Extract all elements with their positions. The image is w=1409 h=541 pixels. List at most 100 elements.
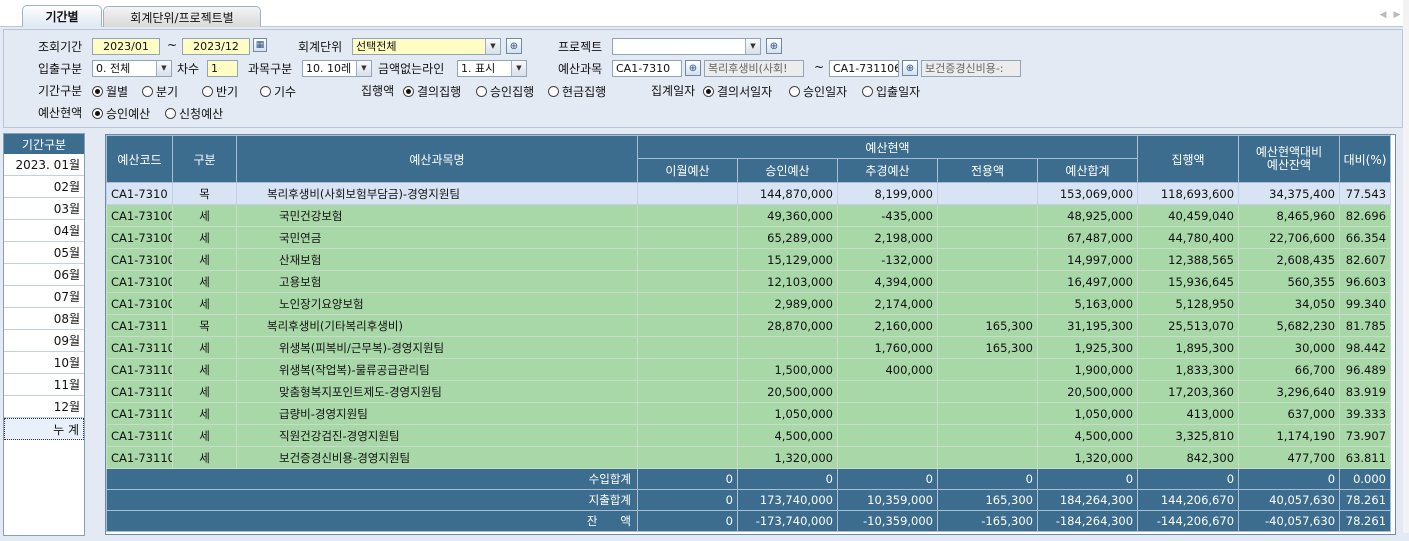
tab-period[interactable]: 기간별 <box>22 5 102 27</box>
col-header-supplementary[interactable]: 추경예산 <box>837 158 938 183</box>
period-item[interactable]: 08월 <box>4 308 84 330</box>
table-row[interactable]: CA1-731002세국민연금 65,289,0002,198,000 67,487… <box>106 226 1392 249</box>
cell-div: 세 <box>172 292 237 315</box>
chevron-down-icon[interactable]: ▼ <box>485 39 500 54</box>
radio-resolution-date[interactable]: 결의서일자 <box>703 83 772 100</box>
cell-remain: 8,465,960 <box>1238 204 1341 227</box>
budget-to-code-input[interactable]: CA1-731106 <box>829 60 899 77</box>
budget-status-label: 예산현액 <box>38 106 83 120</box>
period-item[interactable]: 09월 <box>4 330 84 352</box>
cell-code: CA1-731105 <box>106 424 173 447</box>
cell-total: 1,925,300 <box>1036 336 1139 359</box>
table-row[interactable]: CA1-731103세맞춤형복지포인트제도-경영지원팀 20,500,000 20,… <box>106 380 1392 403</box>
radio-resolution-exec[interactable]: 결의집행 <box>403 83 461 100</box>
table-row[interactable]: CA1-731106세보건증경신비용-경영지원팀 1,320,000 1,320,0… <box>106 446 1392 469</box>
chevron-down-icon[interactable]: ▼ <box>156 61 171 76</box>
grid-summary: 수입합계 0 0 0 0 0 0 0 0.000 지출합계 0 173,740,000 10,359,0… <box>106 468 1392 532</box>
period-item[interactable]: 2023. 01월 <box>4 154 84 176</box>
period-item[interactable]: 10월 <box>4 352 84 374</box>
table-row[interactable]: CA1-731105세직원건강검진-경영지원팀 4,500,000 4,500,00… <box>106 424 1392 447</box>
col-header-budget-total[interactable]: 예산합계 <box>1036 158 1139 183</box>
cell-carry <box>637 380 738 403</box>
radio-term[interactable]: 기수 <box>260 83 296 100</box>
project-search-icon[interactable]: ⊕ <box>766 38 782 54</box>
col-header-code[interactable]: 예산코드 <box>106 135 173 183</box>
cell-transfer <box>937 446 1038 469</box>
budget-from-code-input[interactable]: CA1-7310 <box>612 60 682 77</box>
subject-div-select[interactable]: 10. 10레 ▼ <box>302 60 372 77</box>
period-item[interactable]: 02월 <box>4 176 84 198</box>
col-header-div[interactable]: 구분 <box>172 135 237 183</box>
unit-search-icon[interactable]: ⊕ <box>506 38 522 54</box>
period-item[interactable]: 05월 <box>4 242 84 264</box>
period-item[interactable]: 누 계 <box>4 418 84 440</box>
cell-remain: 477,700 <box>1238 446 1341 469</box>
col-header-carry[interactable]: 이월예산 <box>637 158 738 183</box>
table-row[interactable]: CA1-731101세위생복(피복비/근무복)-경영지원팀 1,760,00016… <box>106 336 1392 359</box>
window-scrollbar[interactable] <box>1403 0 1409 533</box>
table-row[interactable]: CA1-731005세노인장기요양보험 2,989,0002,174,000 5,1… <box>106 292 1392 315</box>
radio-inout-date[interactable]: 입출일자 <box>862 83 920 100</box>
col-header-ratio[interactable]: 대비(%) <box>1339 135 1392 183</box>
budget-from-search-icon[interactable]: ⊕ <box>685 60 701 76</box>
budget-to-search-icon[interactable]: ⊕ <box>902 60 918 76</box>
cell-approved: 28,870,000 <box>737 314 838 337</box>
tab-unit-project[interactable]: 회계단위/프로젝트별 <box>103 6 261 27</box>
table-row[interactable]: CA1-731004세고용보험 12,103,0004,394,000 16,497… <box>106 270 1392 293</box>
seq-input[interactable]: 1 <box>207 60 238 77</box>
calendar-icon[interactable]: ▦ <box>253 38 267 52</box>
radio-approved-budget[interactable]: 승인예산 <box>92 105 150 122</box>
table-row[interactable]: CA1-731001세국민건강보험 49,360,000-435,000 48,92… <box>106 204 1392 227</box>
tab-scroll-right-icon[interactable]: ▶ <box>1392 10 1402 20</box>
period-item[interactable]: 12월 <box>4 396 84 418</box>
radio-checked-icon <box>92 86 103 97</box>
cell-remain: 22,706,600 <box>1238 226 1341 249</box>
chevron-down-icon[interactable]: ▼ <box>511 61 526 76</box>
project-select[interactable]: ▼ <box>612 38 761 55</box>
cell-executed: 1,833,300 <box>1137 358 1240 381</box>
table-row[interactable]: CA1-7310 목 복리후생비(사회보험부담금)-경영지원팀 144,870,000… <box>106 182 1392 205</box>
period-from-input[interactable]: 2023/01 <box>92 38 160 55</box>
radio-cash-exec[interactable]: 현금집행 <box>548 83 606 100</box>
cell-carry <box>637 292 738 315</box>
period-item[interactable]: 04월 <box>4 220 84 242</box>
col-header-transfer[interactable]: 전용액 <box>937 158 1038 183</box>
tab-scroll-left-icon[interactable]: ◀ <box>1378 10 1388 20</box>
table-row[interactable]: CA1-731102세위생복(작업복)-물류공급관리팀 1,500,000400,… <box>106 358 1392 381</box>
table-row[interactable]: CA1-731104세급량비-경영지원팀1,050,0001,050,00041… <box>106 402 1392 425</box>
cell-transfer <box>937 226 1038 249</box>
col-header-name[interactable]: 예산과목명 <box>236 135 638 183</box>
radio-approval-exec[interactable]: 승인집행 <box>476 83 534 100</box>
cell-carry <box>637 248 738 271</box>
summary-cell-approved: -173,740,000 <box>737 510 838 532</box>
radio-quarter[interactable]: 분기 <box>142 83 178 100</box>
radio-approval-date[interactable]: 승인일자 <box>789 83 847 100</box>
radio-half[interactable]: 반기 <box>202 83 238 100</box>
chevron-down-icon[interactable]: ▼ <box>356 61 371 76</box>
unit-select[interactable]: 선택전체 ▼ <box>352 38 501 55</box>
radio-unchecked-icon <box>548 86 559 97</box>
period-item[interactable]: 03월 <box>4 198 84 220</box>
inout-select[interactable]: 0. 전체 ▼ <box>92 60 172 77</box>
summary-cell-supp: -10,359,000 <box>837 510 938 532</box>
table-row[interactable]: CA1-731003세산재보험 15,129,000-132,000 14,997,… <box>106 248 1392 271</box>
cell-remain: 2,608,435 <box>1238 248 1341 271</box>
col-header-approved[interactable]: 승인예산 <box>737 158 838 183</box>
summary-cell-approved: 173,740,000 <box>737 489 838 511</box>
period-item[interactable]: 07월 <box>4 286 84 308</box>
budget-status-window: 기간별 회계단위/프로젝트별 ◀ ▶ 조회기간 2023/01 ~ 2023/1… <box>0 0 1409 541</box>
seq-label: 차수 <box>177 62 200 76</box>
cell-ratio: 73.907 <box>1339 424 1392 447</box>
radio-requested-budget[interactable]: 신청예산 <box>165 105 223 122</box>
col-header-remain[interactable]: 예산현액대비 예산잔액 <box>1238 135 1341 183</box>
no-amount-select[interactable]: 1. 표시 ▼ <box>457 60 527 77</box>
table-row[interactable]: CA1-7311 목 복리후생비(기타복리후생비) 28,870,000 2,160,0… <box>106 314 1392 337</box>
radio-monthly[interactable]: 월별 <box>92 83 128 100</box>
col-header-executed[interactable]: 집행액 <box>1137 135 1240 183</box>
chevron-down-icon[interactable]: ▼ <box>745 39 760 54</box>
cell-supplementary: 4,394,000 <box>837 270 938 293</box>
period-item[interactable]: 06월 <box>4 264 84 286</box>
period-to-input[interactable]: 2023/12 <box>182 38 250 55</box>
cell-code: CA1-731103 <box>106 380 173 403</box>
period-item[interactable]: 11월 <box>4 374 84 396</box>
